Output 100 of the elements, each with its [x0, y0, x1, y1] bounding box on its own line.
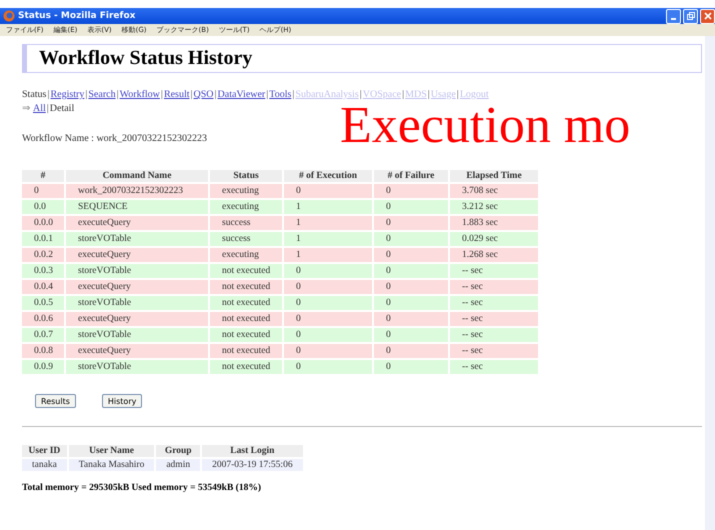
column-header: # of Failure [374, 170, 448, 182]
separator: | [456, 89, 459, 100]
nav-link[interactable]: Result [164, 89, 190, 100]
nav-link[interactable]: Workflow [120, 89, 160, 100]
table-cell: 0.0.0 [22, 216, 64, 230]
table-cell: 0.0.2 [22, 248, 64, 262]
nav-link[interactable]: All [33, 103, 46, 114]
table-cell: -- sec [450, 280, 538, 294]
table-cell: admin [156, 459, 200, 471]
separator: | [85, 89, 88, 100]
separator: | [116, 89, 119, 100]
table-cell: 0 [374, 216, 448, 230]
table-cell: 0.0.5 [22, 296, 64, 310]
table-cell: 0 [374, 200, 448, 214]
table-cell: 0 [374, 312, 448, 326]
table-cell: 1 [284, 248, 372, 262]
table-cell: executeQuery [66, 216, 208, 230]
scrollbar[interactable] [705, 36, 715, 530]
table-cell: -- sec [450, 312, 538, 326]
table-cell: storeVOTable [66, 296, 208, 310]
window-title: Status - Mozilla Firefox [18, 11, 136, 21]
close-button[interactable] [700, 8, 715, 24]
table-cell: 0 [284, 344, 372, 358]
separator: | [402, 89, 404, 100]
table-cell: 0 [284, 280, 372, 294]
table-cell: executing [210, 200, 282, 214]
column-header: Last Login [202, 445, 303, 457]
table-cell: executeQuery [66, 344, 208, 358]
column-header: Status [210, 170, 282, 182]
table-cell: not executed [210, 280, 282, 294]
restore-button[interactable] [683, 8, 698, 24]
table-cell: 0.0.1 [22, 232, 64, 246]
table-cell: storeVOTable [66, 328, 208, 342]
nav-link[interactable]: Registry [50, 89, 84, 100]
table-cell: executing [210, 248, 282, 262]
table-cell: 0.0.4 [22, 280, 64, 294]
results-button[interactable]: Results [35, 394, 76, 408]
column-header: User Name [68, 445, 154, 457]
workflow-name: Workflow Name : work_20070322152302223 [22, 133, 208, 144]
table-cell: 0 [22, 184, 64, 198]
table-cell: storeVOTable [66, 360, 208, 374]
column-header: Elapsed Time [450, 170, 538, 182]
separator: | [360, 89, 362, 100]
table-cell: -- sec [450, 344, 538, 358]
table-cell: not executed [210, 344, 282, 358]
column-header: Command Name [66, 170, 208, 182]
table-cell: -- sec [450, 328, 538, 342]
table-cell: not executed [210, 312, 282, 326]
table-cell: 0 [374, 296, 448, 310]
memory-summary: Total memory = 295305kB Used memory = 53549kB (18%) [22, 483, 262, 493]
table-cell: storeVOTable [66, 232, 208, 246]
arrow-glyph: ⇒ [22, 103, 30, 114]
table-cell: 0 [284, 360, 372, 374]
table-cell: 0 [374, 232, 448, 246]
table-cell: not executed [210, 264, 282, 278]
table-cell: -- sec [450, 296, 538, 310]
table-cell: executing [210, 184, 282, 198]
table-cell: 1.268 sec [450, 248, 538, 262]
table-cell: executeQuery [66, 248, 208, 262]
table-cell: 0.0.9 [22, 360, 64, 374]
table-cell: 0 [374, 344, 448, 358]
table-cell: not executed [210, 328, 282, 342]
table-cell: not executed [210, 296, 282, 310]
table-cell: 0.029 sec [450, 232, 538, 246]
table-cell: 0 [284, 264, 372, 278]
separator: | [160, 89, 163, 100]
table-cell: 0 [374, 264, 448, 278]
page-title: Workflow Status History [22, 44, 702, 73]
table-cell: 1 [284, 216, 372, 230]
table-cell: 0 [374, 360, 448, 374]
table-cell: 2007-03-19 17:55:06 [202, 459, 303, 471]
table-cell: 3.212 sec [450, 200, 538, 214]
table-cell: 0 [284, 184, 372, 198]
separator: | [428, 89, 430, 100]
table-cell: Tanaka Masahiro [68, 459, 154, 471]
table-cell: 0 [374, 248, 448, 262]
table-cell: 0.0.6 [22, 312, 64, 326]
table-cell: success [210, 216, 282, 230]
nav-link[interactable]: Tools [269, 89, 292, 100]
table-cell: 0.0.3 [22, 264, 64, 278]
table-cell: 0 [284, 312, 372, 326]
nav-link[interactable]: QSO [194, 89, 214, 100]
table-cell: -- sec [450, 264, 538, 278]
table-cell: 0 [284, 296, 372, 310]
column-header: Group [156, 445, 200, 457]
restore-icon [686, 12, 694, 20]
nav-link[interactable]: Search [88, 89, 116, 100]
table-cell: 0.0 [22, 200, 64, 214]
separator: | [266, 89, 268, 100]
table-cell: 0 [284, 328, 372, 342]
table-cell: success [210, 232, 282, 246]
separator: | [47, 89, 50, 100]
table-cell: work_20070322152302223 [66, 184, 208, 198]
table-cell: storeVOTable [66, 264, 208, 278]
current-page-label: Detail [50, 103, 74, 114]
nav-link[interactable]: DataViewer [218, 89, 266, 100]
table-cell: -- sec [450, 360, 538, 374]
minimize-button[interactable] [666, 8, 681, 24]
history-button[interactable]: History [102, 394, 142, 408]
table-cell: 1 [284, 200, 372, 214]
